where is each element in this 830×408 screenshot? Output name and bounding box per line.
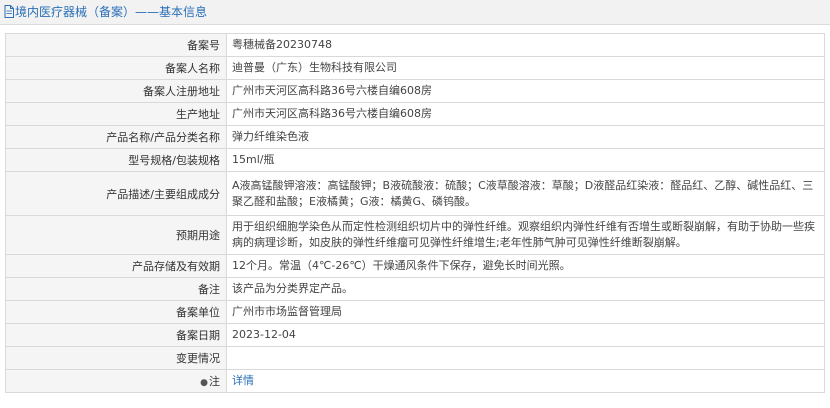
field-label: 备注 [5, 277, 227, 301]
info-table: 备案号 粤穗械备20230748 备案人名称 迪普曼（广东）生物科技有限公司 备… [5, 33, 825, 393]
field-label: ●注 [5, 369, 227, 393]
row-filing-unit: 备案单位 广州市市场监督管理局 [5, 300, 825, 324]
field-value: 广州市天河区高科路36号六楼自编608房 [226, 102, 825, 126]
row-registrant-name: 备案人名称 迪普曼（广东）生物科技有限公司 [5, 56, 825, 80]
row-registrant-address: 备案人注册地址 广州市天河区高科路36号六楼自编608房 [5, 79, 825, 103]
row-product-name: 产品名称/产品分类名称 弹力纤维染色液 [5, 125, 825, 149]
row-production-address: 生产地址 广州市天河区高科路36号六楼自编608房 [5, 102, 825, 126]
field-value: 2023-12-04 [226, 323, 825, 347]
field-label: 预期用途 [5, 215, 227, 255]
field-label-text: 注 [209, 375, 220, 388]
field-value: 15ml/瓶 [226, 148, 825, 172]
field-value: 粤穗械备20230748 [226, 33, 825, 57]
field-value: 广州市天河区高科路36号六楼自编608房 [226, 79, 825, 103]
document-icon [4, 5, 14, 18]
row-note: ●注 详情 [5, 369, 825, 393]
field-label: 产品描述/主要组成成分 [5, 171, 227, 216]
row-filing-date: 备案日期 2023-12-04 [5, 323, 825, 347]
field-value-text: A液高锰酸钾溶液：高锰酸钾；B液硫酸液：硫酸；C液草酸溶液：草酸；D液醛品红染液… [232, 178, 814, 208]
row-record-number: 备案号 粤穗械备20230748 [5, 33, 825, 57]
field-value: 用于组织细胞学染色从而定性检测组织切片中的弹性纤维。观察组织内弹性纤维有否增生或… [226, 215, 825, 255]
page-header: 境内医疗器械（备案）——基本信息 [0, 0, 830, 25]
row-intended-use: 预期用途 用于组织细胞学染色从而定性检测组织切片中的弹性纤维。观察组织内弹性纤维… [5, 215, 825, 255]
field-value: 迪普曼（广东）生物科技有限公司 [226, 56, 825, 80]
field-value: 弹力纤维染色液 [226, 125, 825, 149]
field-value: 12个月。常温（4℃-26℃）干燥通风条件下保存，避免长时间光照。 [226, 254, 825, 278]
row-remarks: 备注 该产品为分类界定产品。 [5, 277, 825, 301]
field-label: 产品存储及有效期 [5, 254, 227, 278]
row-product-description: 产品描述/主要组成成分 A液高锰酸钾溶液：高锰酸钾；B液硫酸液：硫酸；C液草酸溶… [5, 171, 825, 216]
field-label: 变更情况 [5, 346, 227, 370]
row-model-spec: 型号规格/包装规格 15ml/瓶 [5, 148, 825, 172]
location-pin-icon: ● [200, 378, 208, 388]
row-change-history: 变更情况 [5, 346, 825, 370]
field-label: 产品名称/产品分类名称 [5, 125, 227, 149]
field-value [226, 346, 825, 370]
field-label: 型号规格/包装规格 [5, 148, 227, 172]
field-value: 详情 [226, 369, 825, 393]
field-value: A液高锰酸钾溶液：高锰酸钾；B液硫酸液：硫酸；C液草酸溶液：草酸；D液醛品红染液… [226, 171, 825, 216]
details-link[interactable]: 详情 [232, 374, 254, 387]
row-storage-validity: 产品存储及有效期 12个月。常温（4℃-26℃）干燥通风条件下保存，避免长时间光… [5, 254, 825, 278]
field-label: 备案单位 [5, 300, 227, 324]
page-title: 境内医疗器械（备案）——基本信息 [15, 5, 208, 19]
field-value: 该产品为分类界定产品。 [226, 277, 825, 301]
field-label: 生产地址 [5, 102, 227, 126]
field-label: 备案号 [5, 33, 227, 57]
field-label: 备案日期 [5, 323, 227, 347]
field-label: 备案人名称 [5, 56, 227, 80]
field-label: 备案人注册地址 [5, 79, 227, 103]
field-value-text: 用于组织细胞学染色从而定性检测组织切片中的弹性纤维。观察组织内弹性纤维有否增生或… [232, 220, 815, 249]
field-value: 广州市市场监督管理局 [226, 300, 825, 324]
